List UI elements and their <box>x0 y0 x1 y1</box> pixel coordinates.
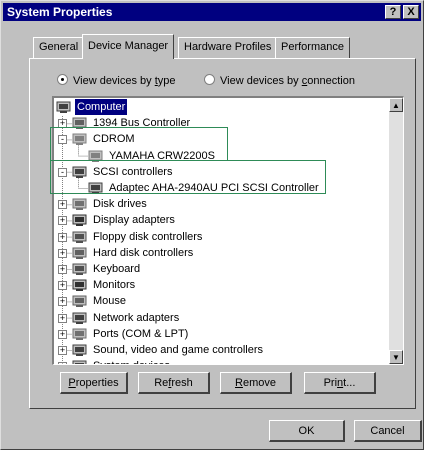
expand-icon[interactable]: + <box>58 313 67 323</box>
expand-icon[interactable]: + <box>58 216 67 226</box>
tree-item-label: Keyboard <box>93 263 141 275</box>
view-by-connection-label: View devices by connection <box>220 75 355 87</box>
print-button[interactable]: Print... <box>304 372 376 394</box>
expand-icon[interactable]: + <box>58 329 67 339</box>
tree-item-label: Computer <box>73 98 129 116</box>
tab-device-manager[interactable]: Device Manager <box>82 34 175 59</box>
remove-button[interactable]: Remove <box>220 372 292 394</box>
radio-unselected-icon <box>204 74 215 85</box>
tree-item-label: Hard disk controllers <box>93 246 194 259</box>
keyboard-icon <box>72 263 88 276</box>
properties-button[interactable]: Properties <box>60 372 128 394</box>
expand-icon[interactable]: + <box>58 265 67 274</box>
monitor-icon <box>72 214 88 227</box>
help-button[interactable]: ? <box>385 5 401 19</box>
expand-icon[interactable]: + <box>58 248 67 258</box>
computer-icon <box>72 360 88 364</box>
computer-icon <box>56 101 72 114</box>
mouse-icon <box>72 295 88 308</box>
tree-item-label: Disk drives <box>93 198 147 211</box>
expand-icon[interactable]: + <box>58 362 67 364</box>
title-bar: System Properties ? X <box>3 3 421 21</box>
expand-icon[interactable]: + <box>58 346 67 355</box>
radio-selected-icon <box>57 74 68 85</box>
tree-item-label: Ports (COM & LPT) <box>93 327 189 340</box>
window-title: System Properties <box>7 5 113 19</box>
tree-item-label: Mouse <box>93 295 127 308</box>
tree-item-label: Display adapters <box>93 214 175 227</box>
refresh-button[interactable]: Refresh <box>138 372 210 394</box>
expand-icon[interactable]: + <box>58 281 67 291</box>
tree-item-label: Monitors <box>93 279 136 292</box>
monitor-icon <box>72 279 88 292</box>
tree-item-label: System devices <box>91 358 172 364</box>
tree-item-label: Network adapters <box>93 311 180 324</box>
close-button[interactable]: X <box>403 5 419 19</box>
vertical-scrollbar[interactable]: ▲ ▼ <box>389 98 403 364</box>
sound-icon <box>72 344 88 357</box>
scsi-highlight-box <box>50 160 326 194</box>
disk-drive-icon <box>72 198 88 211</box>
port-icon <box>72 328 88 341</box>
tab-hardware-profiles[interactable]: Hardware Profiles <box>178 37 278 58</box>
expand-icon[interactable]: + <box>58 200 67 210</box>
scroll-up-button[interactable]: ▲ <box>389 98 403 112</box>
expand-icon[interactable]: + <box>58 232 67 242</box>
tree-item-label: Sound, video and game controllers <box>93 344 263 356</box>
expand-icon[interactable]: + <box>58 297 67 307</box>
tab-performance[interactable]: Performance <box>275 37 350 58</box>
ok-button[interactable]: OK <box>269 420 345 442</box>
cdrom-highlight-box <box>50 127 228 161</box>
tab-general[interactable]: General <box>33 37 85 58</box>
floppy-icon <box>72 231 88 244</box>
view-by-type-label: View devices by type <box>73 75 176 87</box>
network-icon <box>72 312 88 325</box>
cancel-button[interactable]: Cancel <box>354 420 422 442</box>
scroll-down-button[interactable]: ▼ <box>389 350 403 364</box>
tree-item-label: Floppy disk controllers <box>93 230 203 243</box>
hard-disk-icon <box>72 247 88 260</box>
